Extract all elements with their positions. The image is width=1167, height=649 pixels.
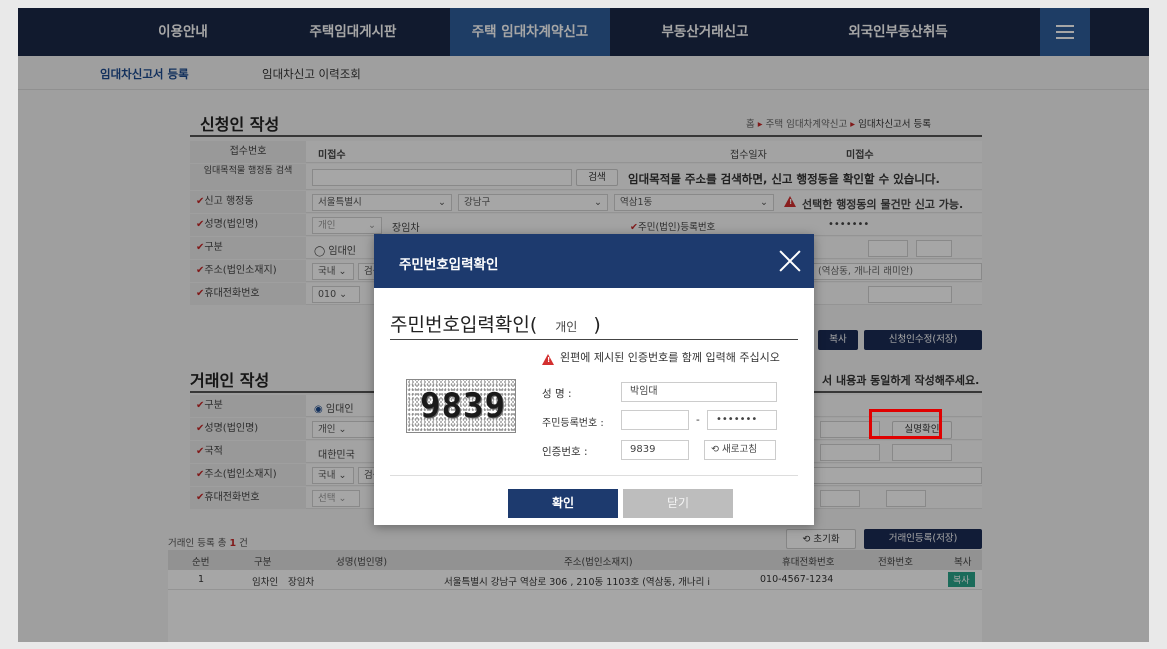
captcha-image: 9839	[406, 379, 516, 433]
notice-warning-icon: !	[542, 354, 554, 365]
dialog-resident-dash: -	[696, 414, 700, 426]
refresh-captcha-button[interactable]: ⟲ 새로고침	[704, 440, 776, 460]
dialog-heading: 주민번호입력확인(개인)	[390, 314, 601, 336]
dialog-resident-label: 주민등록번호 :	[542, 418, 604, 429]
dialog-auth-input[interactable]: 9839	[621, 440, 689, 460]
browser-page: 이용안내 주택임대게시판 주택 임대차계약신고 부동산거래신고 외국인부동산취득…	[18, 8, 1149, 642]
dialog-ok-button[interactable]: 확인	[508, 489, 618, 518]
dialog-divider	[390, 475, 798, 476]
realname-highlight	[869, 409, 942, 439]
dialog-title: 주민번호입력확인	[399, 257, 499, 273]
dialog-close-button[interactable]: 닫기	[623, 489, 733, 518]
dialog-resident-back-input[interactable]: •••••••	[707, 410, 777, 430]
resident-number-dialog: 주민번호입력확인 주민번호입력확인(개인) ! 왼편에 제시된 인증번호를 함께…	[374, 234, 814, 525]
dialog-notice: 왼편에 제시된 인증번호를 함께 입력해 주십시오	[560, 351, 780, 364]
dialog-rule	[390, 339, 798, 340]
refresh-icon: ⟲	[711, 444, 719, 455]
close-icon[interactable]	[778, 249, 802, 273]
dialog-name-input[interactable]: 박임대	[621, 382, 777, 402]
captcha-text: 9839	[420, 386, 506, 426]
dialog-header: 주민번호입력확인	[374, 234, 814, 288]
dialog-resident-front-input[interactable]	[621, 410, 689, 430]
dialog-name-label: 성 명 :	[542, 388, 572, 400]
dialog-auth-label: 인증번호 :	[542, 446, 588, 458]
